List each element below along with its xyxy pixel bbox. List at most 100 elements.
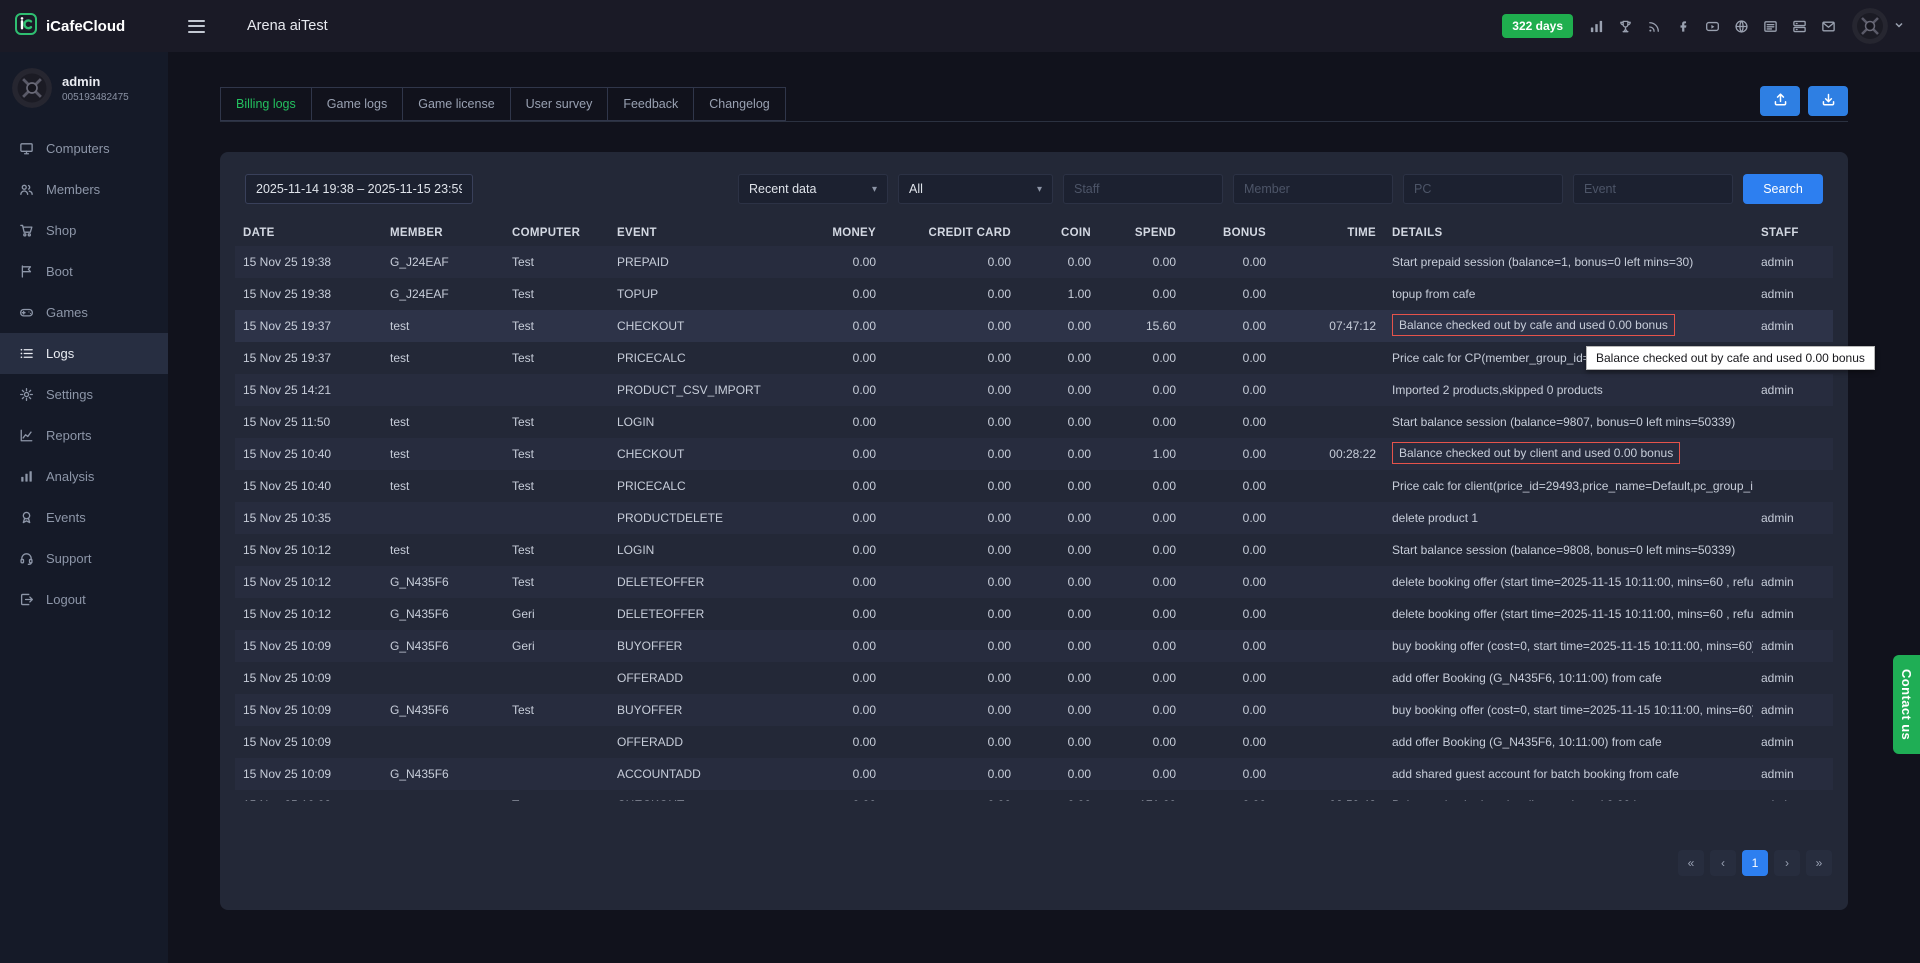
column-header-computer: COMPUTER [504,227,609,239]
sidebar-item-boot[interactable]: Boot [0,251,168,292]
cell-money: 0.00 [784,479,884,493]
recent-data-select[interactable]: Recent data ▾ [738,174,888,204]
page-nav-button[interactable]: « [1678,850,1704,876]
sidebar-item-support[interactable]: Support [0,538,168,579]
cell-credit-card: 0.00 [884,703,1019,717]
trophy-icon[interactable] [1618,19,1633,34]
sidebar-item-logs[interactable]: Logs [0,333,168,374]
table-row[interactable]: 15 Nov 25 10:09G_N435F6GeriBUYOFFER0.000… [235,630,1833,662]
tab-game-license[interactable]: Game license [402,87,509,121]
column-header-date: DATE [235,227,382,239]
cell-staff: admin [1753,511,1833,525]
cell-date: 15 Nov 25 19:38 [235,287,382,301]
cell-computer: Test [504,415,609,429]
main-content: Billing logsGame logsGame licenseUser su… [168,52,1920,963]
cell-event: BUYOFFER [609,703,784,717]
pc-input[interactable] [1403,174,1563,204]
page-nav-button[interactable]: » [1806,850,1832,876]
date-range-input[interactable] [245,174,473,204]
column-header-staff: STAFF [1753,227,1833,239]
sidebar-item-computers[interactable]: Computers [0,128,168,169]
server-icon[interactable] [1792,19,1807,34]
table-row[interactable]: 15 Nov 25 10:40testTestCHECKOUT0.000.000… [235,438,1833,470]
sidebar-item-settings[interactable]: Settings [0,374,168,415]
table-row[interactable]: 15 Nov 25 11:50testTestLOGIN0.000.000.00… [235,406,1833,438]
cell-coin: 0.00 [1019,735,1099,749]
cell-member: test [382,319,504,333]
cell-event: DELETEOFFER [609,607,784,621]
topbar: iCafeCloud Arena aiTest 322 days [0,0,1920,52]
sidebar-item-shop[interactable]: Shop [0,210,168,251]
cell-money: 0.00 [784,287,884,301]
table-row[interactable]: 15 Nov 25 10:12G_N435F6TestDELETEOFFER0.… [235,566,1833,598]
sidebar-menu: ComputersMembersShopBootGamesLogsSetting… [0,128,168,620]
sidebar-item-reports[interactable]: Reports [0,415,168,456]
table-row[interactable]: 15 Nov 25 19:38G_J24EAFTestTOPUP0.000.00… [235,278,1833,310]
tab-changelog[interactable]: Changelog [693,87,785,121]
hamburger-menu-icon[interactable] [184,16,209,37]
tab-user-survey[interactable]: User survey [510,87,608,121]
member-input[interactable] [1233,174,1393,204]
cell-coin: 0.00 [1019,767,1099,781]
tab-game-logs[interactable]: Game logs [311,87,402,121]
brand-icon [14,12,38,41]
sidebar-item-label: Events [46,510,86,525]
mail-icon[interactable] [1821,19,1836,34]
table-row[interactable]: 15 Nov 25 10:12testTestLOGIN0.000.000.00… [235,534,1833,566]
cell-date: 15 Nov 25 10:12 [235,607,382,621]
table-row[interactable]: 15 Nov 25 14:21PRODUCT_CSV_IMPORT0.000.0… [235,374,1833,406]
table-row[interactable]: 15 Nov 25 10:09OFFERADD0.000.000.000.000… [235,662,1833,694]
cell-spend: 0.00 [1099,415,1184,429]
table-row[interactable]: 15 Nov 25 10:09G_N435F6ACCOUNTADD0.000.0… [235,758,1833,790]
download-button[interactable] [1808,86,1848,116]
table-row[interactable]: 15 Nov 25 19:37testTestCHECKOUT0.000.000… [235,310,1833,342]
table-row[interactable]: 15 Nov 25 10:09G_N435F6TestBUYOFFER0.000… [235,694,1833,726]
tabs-bar: Billing logsGame logsGame licenseUser su… [220,86,1848,122]
cell-date: 15 Nov 25 10:09 [235,671,382,685]
page-nav-button[interactable]: › [1774,850,1800,876]
cell-staff: admin [1753,319,1833,333]
table-row[interactable]: 15 Nov 25 10:35PRODUCTDELETE0.000.000.00… [235,502,1833,534]
table-row[interactable]: 15 Nov 25 10:08testTestCHECKOUT0.000.000… [235,790,1833,801]
news-icon[interactable] [1763,19,1778,34]
page-current[interactable]: 1 [1742,850,1768,876]
globe-icon[interactable] [1734,19,1749,34]
table-row[interactable]: 15 Nov 25 10:40testTestPRICECALC0.000.00… [235,470,1833,502]
cell-date: 15 Nov 25 10:12 [235,575,382,589]
search-button[interactable]: Search [1743,174,1823,204]
staff-input[interactable] [1063,174,1223,204]
youtube-icon[interactable] [1705,19,1720,34]
table-row[interactable]: 15 Nov 25 10:12G_N435F6GeriDELETEOFFER0.… [235,598,1833,630]
event-input[interactable] [1573,174,1733,204]
type-select[interactable]: All ▾ [898,174,1053,204]
cell-coin: 0.00 [1019,607,1099,621]
sidebar-item-members[interactable]: Members [0,169,168,210]
table-row[interactable]: 15 Nov 25 10:09OFFERADD0.000.000.000.000… [235,726,1833,758]
facebook-icon[interactable] [1676,19,1691,34]
column-header-spend: SPEND [1099,227,1184,239]
cell-coin: 0.00 [1019,511,1099,525]
cell-computer: Geri [504,639,609,653]
cell-details: Start balance session (balance=9808, bon… [1384,543,1753,557]
days-badge[interactable]: 322 days [1502,14,1573,38]
sidebar-user: admin 005193482475 [0,52,168,122]
sidebar-item-analysis[interactable]: Analysis [0,456,168,497]
cell-credit-card: 0.00 [884,790,1019,801]
brand-logo[interactable]: iCafeCloud [0,12,168,41]
cell-details: buy booking offer (cost=0, start time=20… [1384,639,1753,653]
tab-feedback[interactable]: Feedback [607,87,693,121]
stats-icon[interactable] [1589,19,1604,34]
sidebar-item-logout[interactable]: Logout [0,579,168,620]
user-menu[interactable] [1852,8,1904,44]
upload-button[interactable] [1760,86,1800,116]
cell-member: test [382,351,504,365]
contact-us-button[interactable]: Contact us [1893,655,1920,754]
rss-icon[interactable] [1647,19,1662,34]
sidebar-item-events[interactable]: Events [0,497,168,538]
sidebar-item-games[interactable]: Games [0,292,168,333]
cell-money: 0.00 [784,703,884,717]
page-nav-button[interactable]: ‹ [1710,850,1736,876]
cell-date: 15 Nov 25 10:09 [235,767,382,781]
table-row[interactable]: 15 Nov 25 19:38G_J24EAFTestPREPAID0.000.… [235,246,1833,278]
tab-billing-logs[interactable]: Billing logs [220,87,311,121]
